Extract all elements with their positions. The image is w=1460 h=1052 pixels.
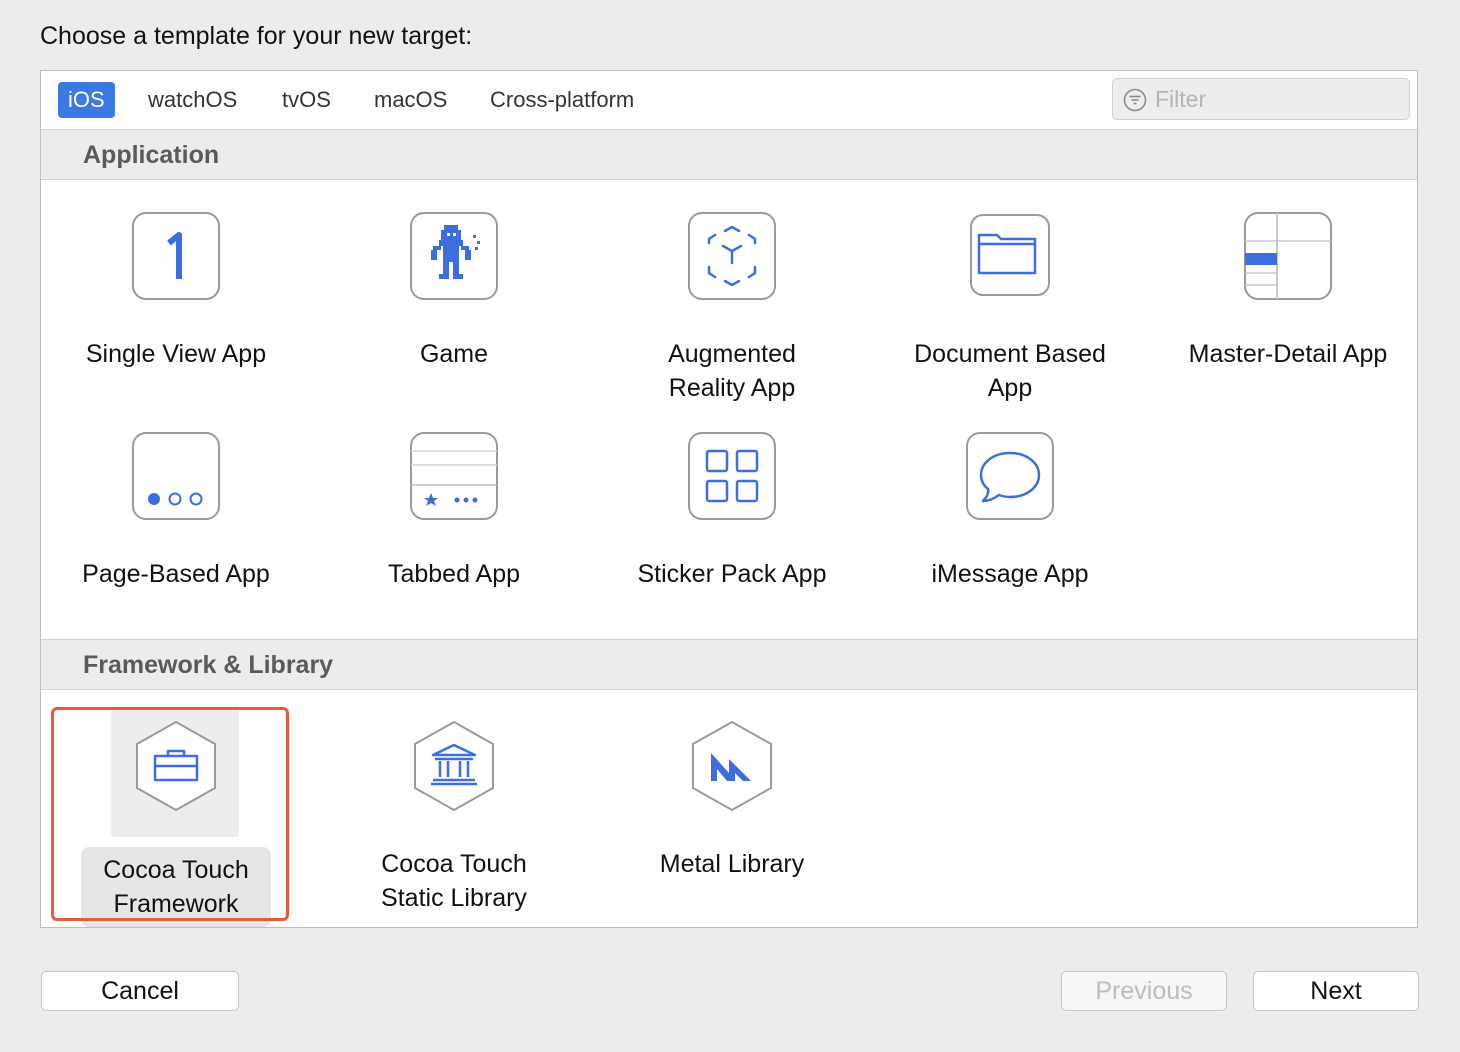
template-label: Tabbed App <box>387 560 521 588</box>
template-label: Metal Library <box>659 850 805 878</box>
template-single-view-app[interactable]: Single View App <box>41 211 311 371</box>
toolbox-icon <box>136 721 216 811</box>
filter-input[interactable] <box>1155 83 1395 115</box>
grid-icon <box>688 432 776 520</box>
template-label: Cocoa Touch Framework <box>81 847 271 927</box>
template-label: Document Based App <box>914 340 1106 402</box>
library-building-icon <box>414 721 494 811</box>
tab-watchos[interactable]: watchOS <box>138 82 247 118</box>
template-label: Cocoa Touch Static Library <box>381 850 527 912</box>
master-detail-icon <box>1244 212 1332 300</box>
template-master-detail-app[interactable]: Master-Detail App <box>1153 211 1423 371</box>
dialog-heading: Choose a template for your new target: <box>40 22 473 50</box>
filter-field[interactable] <box>1112 78 1410 120</box>
template-cocoa-touch-static-library[interactable]: Cocoa Touch Static Library <box>319 721 589 915</box>
template-panel: iOS watchOS tvOS macOS Cross-platform Ap… <box>40 70 1418 928</box>
template-tabbed-app[interactable]: Tabbed App <box>319 431 589 591</box>
template-label: Sticker Pack App <box>637 560 827 588</box>
previous-button[interactable]: Previous <box>1061 971 1227 1011</box>
template-sticker-pack-app[interactable]: Sticker Pack App <box>597 431 867 591</box>
platform-bar: iOS watchOS tvOS macOS Cross-platform <box>41 71 1417 130</box>
metal-icon <box>692 721 772 811</box>
tab-tvos[interactable]: tvOS <box>272 82 341 118</box>
tab-macos[interactable]: macOS <box>364 82 457 118</box>
template-label: Master-Detail App <box>1188 340 1388 368</box>
template-document-based-app[interactable]: Document Based App <box>875 211 1145 405</box>
section-header-framework-library: Framework & Library <box>41 639 1417 690</box>
template-label: Game <box>419 340 489 368</box>
single-view-icon <box>132 212 220 300</box>
template-cocoa-touch-framework[interactable]: Cocoa Touch Framework <box>41 709 311 927</box>
template-imessage-app[interactable]: iMessage App <box>875 431 1145 591</box>
template-label: Page-Based App <box>82 560 270 588</box>
tab-cross-platform[interactable]: Cross-platform <box>480 82 644 118</box>
template-label: Augmented Reality App <box>668 340 796 402</box>
folder-icon <box>970 214 1050 296</box>
filter-icon <box>1123 88 1147 112</box>
next-button[interactable]: Next <box>1253 971 1419 1011</box>
template-game[interactable]: Game <box>319 211 589 371</box>
tab-bar-icon <box>410 432 498 520</box>
speech-bubble-icon <box>966 432 1054 520</box>
section-header-application: Application <box>41 129 1417 180</box>
augmented-reality-icon <box>688 212 776 300</box>
template-metal-library[interactable]: Metal Library <box>597 721 867 881</box>
template-label: iMessage App <box>931 560 1089 588</box>
template-label: Single View App <box>85 340 267 368</box>
template-augmented-reality-app[interactable]: Augmented Reality App <box>597 211 867 405</box>
tab-ios[interactable]: iOS <box>58 82 115 118</box>
cancel-button[interactable]: Cancel <box>41 971 239 1011</box>
game-icon <box>410 212 498 300</box>
template-page-based-app[interactable]: Page-Based App <box>41 431 311 591</box>
page-dots-icon <box>132 432 220 520</box>
